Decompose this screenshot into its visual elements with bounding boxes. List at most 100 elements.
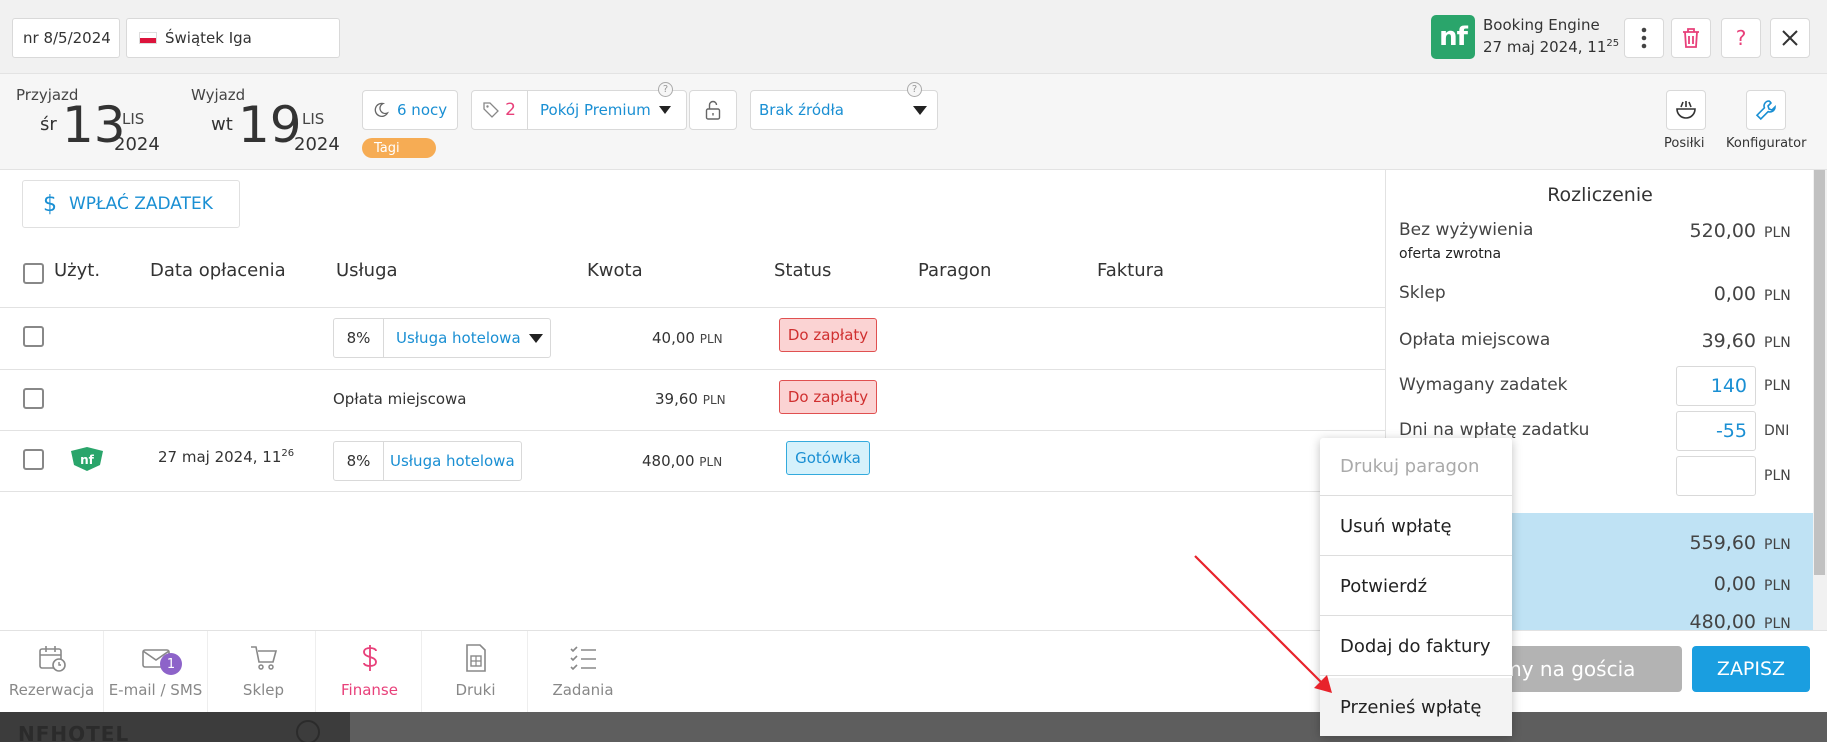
select-all-checkbox[interactable] bbox=[23, 263, 44, 284]
nav-reservation[interactable]: Rezerwacja bbox=[0, 631, 104, 712]
reservation-number-field[interactable]: nr 8/5/2024 bbox=[12, 18, 120, 58]
close-button[interactable] bbox=[1770, 18, 1810, 58]
departure-month: LIS bbox=[302, 110, 325, 128]
status-badge[interactable]: Do zapłaty bbox=[779, 380, 877, 414]
chevron-down-icon bbox=[528, 333, 543, 343]
scrollbar-thumb[interactable] bbox=[1814, 170, 1825, 575]
nav-label: E-mail / SMS bbox=[108, 681, 203, 699]
deposit-label: Wymagany zadatek bbox=[1399, 375, 1568, 395]
status-button[interactable]: Czekamy na gościa bbox=[1494, 646, 1682, 692]
departure-day-number[interactable]: 19 bbox=[238, 100, 302, 150]
reservation-number: nr 8/5/2024 bbox=[23, 29, 111, 47]
guest-name: Świątek Iga bbox=[165, 29, 252, 47]
currency-unit: PLN bbox=[1764, 578, 1791, 594]
wrench-icon bbox=[1755, 100, 1776, 121]
currency-unit: PLN bbox=[1764, 288, 1791, 304]
booking-engine-logo: nf bbox=[1431, 15, 1475, 59]
room-count: 2 bbox=[505, 100, 516, 120]
room-help-icon[interactable]: ? bbox=[658, 82, 673, 97]
nav-label: Druki bbox=[455, 681, 496, 699]
nav-label: Sklep bbox=[242, 681, 285, 699]
amount: 40,00 PLN bbox=[652, 329, 723, 347]
menu-item-add-to-invoice[interactable]: Dodaj do faktury bbox=[1320, 618, 1512, 676]
room-count-box[interactable]: 2 bbox=[472, 91, 528, 129]
meals-icon bbox=[1676, 101, 1696, 119]
trash-icon bbox=[1683, 28, 1699, 48]
col-user: Użyt. bbox=[54, 260, 101, 281]
vat-rate[interactable]: 8% bbox=[334, 319, 384, 357]
menu-item-transfer-payment[interactable]: Przenieś wpłatę bbox=[1320, 678, 1512, 736]
nf-logo-icon: nf bbox=[71, 447, 103, 471]
configurator-button[interactable] bbox=[1746, 90, 1786, 130]
currency-unit: PLN bbox=[1764, 378, 1791, 394]
meals-button[interactable] bbox=[1666, 90, 1706, 130]
nights-button[interactable]: 6 nocy bbox=[362, 90, 458, 130]
menu-item-print-receipt[interactable]: Drukuj paragon bbox=[1320, 438, 1512, 496]
nav-shop[interactable]: Sklep bbox=[212, 631, 316, 712]
status-badge[interactable]: Gotówka bbox=[786, 441, 870, 475]
currency-unit: PLN bbox=[1764, 335, 1791, 351]
service-name: Opłata miejscowa bbox=[333, 390, 467, 408]
nav-label: Rezerwacja bbox=[8, 681, 95, 699]
more-options-button[interactable] bbox=[1624, 18, 1664, 58]
room-type: Pokój Premium bbox=[540, 101, 651, 119]
chevron-down-icon bbox=[658, 106, 671, 114]
row-checkbox[interactable] bbox=[23, 388, 44, 409]
row-divider bbox=[0, 491, 1385, 492]
pay-deposit-label: WPŁAĆ ZADATEK bbox=[69, 194, 213, 214]
guest-field[interactable]: Świątek Iga bbox=[126, 18, 340, 58]
close-icon bbox=[1782, 30, 1798, 46]
row-checkbox[interactable] bbox=[23, 449, 44, 470]
tags-button[interactable]: Tagi bbox=[362, 138, 436, 158]
nav-tasks[interactable]: Zadania bbox=[531, 631, 635, 712]
currency-unit: PLN bbox=[1764, 537, 1791, 553]
question-icon: ? bbox=[1735, 26, 1747, 50]
meals-label: Posiłki bbox=[1664, 136, 1705, 151]
row-checkbox[interactable] bbox=[23, 326, 44, 347]
nav-finance[interactable]: Finanse bbox=[318, 631, 422, 712]
settlement-title: Rozliczenie bbox=[1547, 184, 1653, 206]
stay-bar: Przyjazd śr 13 LIS 2024 Wyjazd wt 19 LIS… bbox=[0, 74, 1827, 170]
moon-icon bbox=[374, 102, 389, 117]
no-meals-label: Bez wyżywienia bbox=[1399, 220, 1534, 240]
departure-year: 2024 bbox=[294, 134, 340, 155]
currency-unit: PLN bbox=[1764, 468, 1791, 484]
source-title: Booking Engine bbox=[1483, 16, 1600, 34]
menu-item-delete-payment[interactable]: Usuń wpłatę bbox=[1320, 498, 1512, 556]
payment-context-menu: Drukuj paragon Usuń wpłatę Potwierdź Dod… bbox=[1320, 438, 1512, 736]
nav-prints[interactable]: Druki bbox=[424, 631, 528, 712]
payment-date: 27 maj 2024, 1126 bbox=[158, 448, 295, 466]
extra-amount-input[interactable] bbox=[1676, 456, 1756, 496]
deposit-days-input[interactable]: -55 bbox=[1676, 411, 1756, 451]
chevron-down-icon bbox=[913, 105, 927, 115]
menu-item-confirm[interactable]: Potwierdź bbox=[1320, 558, 1512, 616]
currency-unit: PLN bbox=[1764, 225, 1791, 241]
local-fee-value: 39,60 bbox=[1701, 330, 1756, 352]
room-selector[interactable]: 2 Pokój Premium bbox=[471, 90, 687, 130]
vat-rate[interactable]: 8% bbox=[334, 442, 384, 480]
status-badge[interactable]: Do zapłaty bbox=[779, 318, 877, 352]
amount: 39,60 PLN bbox=[655, 390, 726, 408]
row-divider bbox=[0, 369, 1385, 370]
nav-email-sms[interactable]: 1 E-mail / SMS bbox=[104, 631, 208, 712]
modal-header: nr 8/5/2024 Świątek Iga nf Booking Engin… bbox=[0, 0, 1827, 74]
service-select[interactable]: 8% Usługa hotelowa bbox=[333, 441, 522, 481]
save-button[interactable]: ZAPISZ bbox=[1692, 646, 1810, 692]
departure-weekday: wt bbox=[211, 114, 233, 135]
pay-deposit-button[interactable]: $ WPŁAĆ ZADATEK bbox=[22, 180, 240, 228]
help-button[interactable]: ? bbox=[1721, 18, 1761, 58]
days-unit: DNI bbox=[1764, 423, 1790, 439]
deposit-input[interactable]: 140 bbox=[1676, 366, 1756, 406]
shop-label: Sklep bbox=[1399, 283, 1446, 303]
delete-button[interactable] bbox=[1671, 18, 1711, 58]
col-amount: Kwota bbox=[587, 260, 643, 281]
source-help-icon[interactable]: ? bbox=[907, 82, 922, 97]
summary-value: 0,00 bbox=[1713, 573, 1756, 595]
lock-button[interactable] bbox=[689, 90, 737, 130]
nav-label: Finanse bbox=[341, 681, 398, 699]
no-meals-value: 520,00 bbox=[1689, 220, 1756, 242]
amount: 480,00 PLN bbox=[642, 452, 723, 470]
service-select[interactable]: 8% Usługa hotelowa bbox=[333, 318, 551, 358]
configurator-label: Konfigurator bbox=[1726, 136, 1807, 151]
row-divider bbox=[0, 307, 1385, 308]
